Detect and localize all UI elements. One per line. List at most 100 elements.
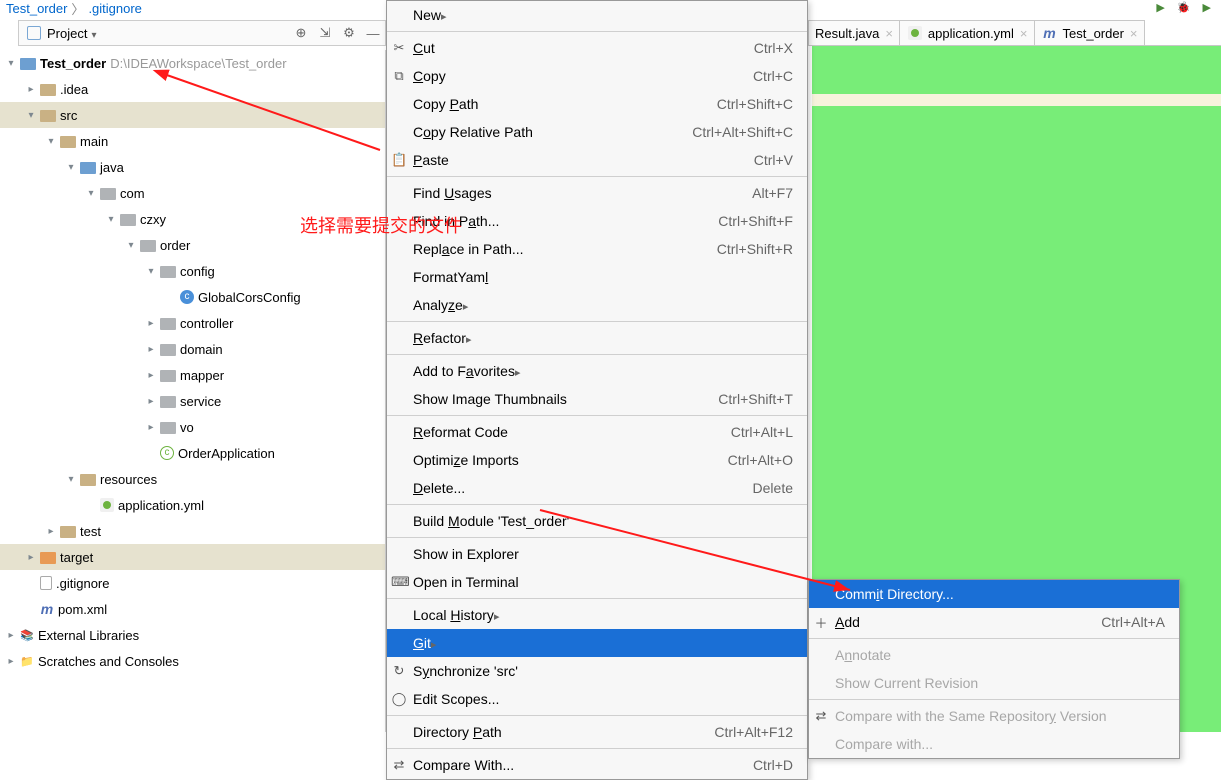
expand-toggle[interactable]: ▾ [124, 240, 138, 251]
run-icon[interactable]: ▶ [1156, 1, 1164, 14]
menu-sync[interactable]: ↻Synchronize 'src' [387, 657, 807, 685]
tree-orderapp[interactable]: c OrderApplication [0, 440, 385, 466]
expand-toggle[interactable]: ▾ [4, 58, 18, 69]
locate-icon[interactable]: ⊕ [289, 21, 313, 45]
expand-toggle[interactable]: ▾ [64, 474, 78, 485]
hide-icon[interactable]: — [361, 21, 385, 45]
project-tree[interactable]: ▾ Test_order D:\IDEAWorkspace\Test_order… [0, 50, 386, 732]
shortcut: Ctrl+Alt+L [731, 424, 793, 440]
menu-git[interactable]: Git [387, 629, 807, 657]
close-icon[interactable]: × [1020, 26, 1028, 41]
menu-optimize[interactable]: Optimize ImportsCtrl+Alt+O [387, 446, 807, 474]
tree-vo[interactable]: ▸ vo [0, 414, 385, 440]
tree-src[interactable]: ▾ src [0, 102, 385, 128]
expand-toggle[interactable]: ▾ [24, 110, 38, 121]
tree-main[interactable]: ▾ main [0, 128, 385, 154]
expand-toggle[interactable]: ▸ [144, 370, 158, 381]
menu-separator [387, 748, 807, 749]
tree-mapper[interactable]: ▸ mapper [0, 362, 385, 388]
project-view-selector[interactable]: Project [19, 26, 103, 41]
folder-icon [40, 84, 56, 96]
close-icon[interactable]: × [1130, 26, 1138, 41]
menu-reformat[interactable]: Reformat CodeCtrl+Alt+L [387, 418, 807, 446]
menu-git-add[interactable]: ＋AddCtrl+Alt+A [809, 608, 1179, 636]
paste-icon: 📋 [391, 152, 407, 168]
gear-icon[interactable]: ⚙ [337, 21, 361, 45]
menu-dir-path[interactable]: Directory PathCtrl+Alt+F12 [387, 718, 807, 746]
collapse-icon[interactable]: ⇲ [313, 21, 337, 45]
menu-local-history[interactable]: Local History [387, 601, 807, 629]
tree-target[interactable]: ▸ target [0, 544, 385, 570]
menu-paste[interactable]: 📋PasteCtrl+V [387, 146, 807, 174]
tree-pom[interactable]: m pom.xml [0, 596, 385, 622]
debug-icon[interactable]: 🐞 [1177, 1, 1191, 14]
tree-service[interactable]: ▸ service [0, 388, 385, 414]
menu-show-rev: Show Current Revision [809, 669, 1179, 697]
menu-thumbs[interactable]: Show Image ThumbnailsCtrl+Shift+T [387, 385, 807, 413]
expand-toggle[interactable]: ▾ [44, 136, 58, 147]
menu-new[interactable]: New [387, 1, 807, 29]
tree-globalcors[interactable]: c GlobalCorsConfig [0, 284, 385, 310]
tab-result-java[interactable]: Result.java × [808, 20, 900, 45]
tree-test[interactable]: ▸ test [0, 518, 385, 544]
tree-appyml[interactable]: application.yml [0, 492, 385, 518]
tree-scratches[interactable]: ▸ 📁 Scratches and Consoles [0, 648, 385, 674]
tree-label: application.yml [118, 498, 204, 513]
expand-toggle[interactable]: ▸ [24, 84, 38, 95]
menu-terminal[interactable]: ⌨Open in Terminal [387, 568, 807, 596]
tree-resources[interactable]: ▾ resources [0, 466, 385, 492]
menu-commit-dir[interactable]: Commit Directory... [809, 580, 1179, 608]
expand-toggle[interactable]: ▸ [144, 344, 158, 355]
menu-copy[interactable]: ⧉CopyCtrl+C [387, 62, 807, 90]
menu-copy-path[interactable]: Copy PathCtrl+Shift+C [387, 90, 807, 118]
shortcut: Ctrl+C [753, 68, 793, 84]
expand-toggle[interactable]: ▾ [84, 188, 98, 199]
tree-extlib[interactable]: ▸ 📚 External Libraries [0, 622, 385, 648]
close-icon[interactable]: × [885, 26, 893, 41]
menu-explorer[interactable]: Show in Explorer [387, 540, 807, 568]
menu-build[interactable]: Build Module 'Test_order' [387, 507, 807, 535]
expand-toggle[interactable]: ▸ [144, 422, 158, 433]
menu-copy-rel[interactable]: Copy Relative PathCtrl+Alt+Shift+C [387, 118, 807, 146]
tree-idea[interactable]: ▸ .idea [0, 76, 385, 102]
package-icon [100, 188, 116, 200]
yaml-icon [100, 498, 114, 512]
menu-analyze[interactable]: Analyze [387, 291, 807, 319]
menu-find-usages[interactable]: Find UsagesAlt+F7 [387, 179, 807, 207]
menu-replace-path[interactable]: Replace in Path...Ctrl+Shift+R [387, 235, 807, 263]
tab-test-order[interactable]: m Test_order × [1034, 20, 1145, 45]
tree-controller[interactable]: ▸ controller [0, 310, 385, 336]
tree-com[interactable]: ▾ com [0, 180, 385, 206]
folder-icon [40, 110, 56, 122]
expand-toggle[interactable]: ▾ [104, 214, 118, 225]
menu-favorites[interactable]: Add to Favorites [387, 357, 807, 385]
package-icon [160, 266, 176, 278]
expand-toggle[interactable]: ▾ [64, 162, 78, 173]
expand-toggle[interactable]: ▸ [24, 552, 38, 563]
menu-delete[interactable]: Delete...Delete [387, 474, 807, 502]
expand-toggle[interactable]: ▾ [144, 266, 158, 277]
package-icon [160, 318, 176, 330]
expand-toggle[interactable]: ▸ [144, 318, 158, 329]
tree-java[interactable]: ▾ java [0, 154, 385, 180]
tab-application-yml[interactable]: application.yml × [899, 20, 1035, 45]
tree-label: src [60, 108, 77, 123]
tree-domain[interactable]: ▸ domain [0, 336, 385, 362]
menu-edit-scopes[interactable]: ◯Edit Scopes... [387, 685, 807, 713]
menu-format-yaml[interactable]: FormatYaml [387, 263, 807, 291]
menu-cut[interactable]: ✂CutCtrl+X [387, 34, 807, 62]
expand-toggle[interactable]: ▸ [144, 396, 158, 407]
expand-toggle[interactable]: ▸ [4, 630, 18, 641]
expand-toggle[interactable]: ▸ [44, 526, 58, 537]
tree-config[interactable]: ▾ config [0, 258, 385, 284]
tab-label: Result.java [815, 26, 879, 41]
tree-gitignore[interactable]: .gitignore [0, 570, 385, 596]
expand-toggle[interactable]: ▸ [4, 656, 18, 667]
breadcrumb-root[interactable]: Test_order [6, 1, 67, 16]
tree-label: .idea [60, 82, 88, 97]
menu-refactor[interactable]: Refactor [387, 324, 807, 352]
breadcrumb-leaf[interactable]: .gitignore [88, 1, 141, 16]
run2-icon[interactable]: ▶ [1203, 1, 1211, 14]
menu-compare[interactable]: ⇄Compare With...Ctrl+D [387, 751, 807, 779]
tree-root[interactable]: ▾ Test_order D:\IDEAWorkspace\Test_order [0, 50, 385, 76]
